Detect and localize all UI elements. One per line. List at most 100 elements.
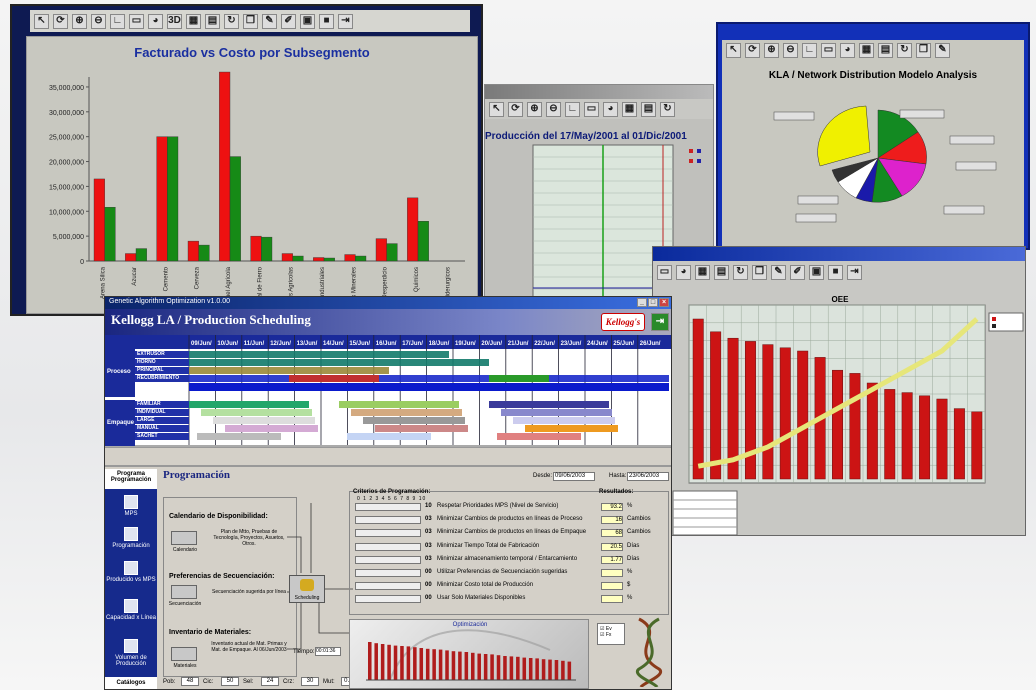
hasta-date[interactable]: 23/06/2003 (627, 472, 669, 481)
result-value (601, 595, 623, 604)
process-row-label: EXTRUSOR (137, 351, 165, 357)
zoom-in-icon[interactable]: ⊕ (72, 13, 87, 29)
bar (187, 240, 199, 262)
toggle-3d-icon[interactable]: 3D (167, 13, 182, 29)
result-value: 93.2 (601, 503, 623, 511)
rotate-icon[interactable]: ↻ (224, 13, 239, 29)
bar-chart-icon (124, 599, 138, 613)
inv-title: Inventario de Materiales: (169, 629, 252, 636)
bar (710, 331, 722, 480)
schedule-icon (124, 527, 138, 541)
production-scheduling-window: Genetic Algorithm Optimization v1.0.00 _… (104, 296, 672, 690)
bar (125, 253, 137, 262)
gantt-grid: 09/Jun/10/Jun/11/Jun/12/Jun/13/Jun/14/Ju… (105, 335, 671, 447)
refresh-icon[interactable]: ⟳ (53, 13, 68, 29)
bar (692, 318, 704, 480)
bar (387, 644, 391, 680)
x-tick-label: Quimicos (414, 267, 420, 292)
date-label: 18/Jun/ (429, 341, 450, 347)
packaging-bar (489, 401, 609, 408)
y-tick-label: 30,000,000 (49, 110, 84, 117)
axis-icon[interactable]: ∟ (110, 13, 125, 29)
param-label: Mut: (323, 679, 335, 685)
app-title: Kellogg LA / Production Scheduling (111, 312, 311, 327)
bar (567, 661, 572, 680)
ga-parameters: Pob:48Cic:50Sel:24Crz:30Mut:0.05 (163, 677, 359, 689)
bar (866, 382, 878, 480)
packaging-bar (525, 425, 618, 432)
result-value: 1.77 (601, 555, 623, 564)
open-folder-icon[interactable]: ▣ (300, 13, 315, 29)
date-label: 24/Jun/ (587, 341, 608, 347)
packaging-bar (351, 409, 462, 416)
secuenciacion-button[interactable] (171, 585, 197, 599)
criteria-label: Minimizar Cambios de productos en líneas… (437, 516, 583, 523)
save-icon[interactable]: ■ (319, 13, 334, 29)
dna-icon (635, 617, 663, 687)
checkbox[interactable]: ☑ (600, 632, 604, 638)
section-title: Programación (163, 469, 231, 481)
bar (425, 648, 430, 680)
sidebar-item-programacion[interactable]: Programación (105, 527, 157, 549)
bar (548, 659, 552, 680)
bar (406, 646, 411, 680)
maximize-icon[interactable]: □ (648, 298, 658, 307)
materiales-button[interactable] (171, 647, 197, 661)
bar (393, 645, 398, 680)
bar (451, 651, 456, 680)
bar (292, 255, 304, 262)
options-icon[interactable]: ✎ (262, 13, 277, 29)
process-bar (189, 367, 389, 374)
packaging-bar (339, 401, 459, 408)
y-tick-label: 10,000,000 (49, 209, 84, 216)
packaging-bar (501, 409, 612, 416)
packaging-bar (213, 417, 315, 424)
minimize-icon[interactable]: _ (637, 298, 647, 307)
sidebar-item-producido[interactable]: Producido vs MPS (105, 561, 157, 583)
bar (503, 656, 507, 680)
billing-vs-cost-window: ↖ ⟳ ⊕ ⊖ ∟ ▭ ◕ 3D ▦ ▤ ↻ ❐ ✎ ✐ ▣ ■ ⇥ Factu… (10, 4, 483, 316)
edit-icon[interactable]: ✐ (281, 13, 296, 29)
cal-title: Calendario de Disponibilidad: (169, 513, 268, 520)
packaging-bar (497, 433, 581, 440)
pointer-icon[interactable]: ↖ (34, 13, 49, 29)
gantt-chart: 09/Jun/10/Jun/11/Jun/12/Jun/13/Jun/14/Ju… (105, 335, 671, 455)
pie-icon[interactable]: ◕ (148, 13, 163, 29)
zoom-out-icon[interactable]: ⊖ (91, 13, 106, 29)
criteria-weight: 10 (425, 503, 432, 509)
copy-icon[interactable]: ❐ (243, 13, 258, 29)
sidebar-item-capacidad[interactable]: Capacidad x Línea (105, 599, 157, 621)
date-label: 25/Jun/ (613, 341, 634, 347)
bar (971, 411, 983, 480)
grid-icon[interactable]: ▤ (205, 13, 220, 29)
criteria-weight: 00 (425, 569, 432, 575)
bar (554, 660, 559, 680)
criteria-slider (355, 555, 421, 564)
frame-icon[interactable]: ▭ (129, 13, 144, 29)
bar (368, 642, 372, 680)
close-icon[interactable]: × (659, 298, 669, 307)
result-value: 16 (601, 516, 623, 525)
materiales-label: Materiales (173, 663, 197, 669)
bar (797, 350, 809, 480)
bar (849, 373, 861, 480)
criteria-slider (355, 569, 421, 577)
exit-icon[interactable]: ⇥ (651, 313, 669, 331)
palette-icon[interactable]: ▦ (186, 13, 201, 29)
desde-date[interactable]: 09/06/2003 (553, 472, 595, 481)
horizontal-scrollbar[interactable] (105, 447, 671, 455)
criteria-weight: 03 (425, 555, 432, 562)
bar (936, 398, 948, 480)
exit-icon[interactable]: ⇥ (338, 13, 353, 29)
calendario-button[interactable] (171, 531, 197, 545)
sidebar-item-volumen[interactable]: Volumen de Producción (105, 639, 157, 667)
result-value: 20.5 (601, 542, 623, 551)
result-unit: % (627, 595, 633, 602)
bar (779, 347, 791, 480)
tab-programacion[interactable]: Programa Programación (105, 469, 157, 489)
sidebar-item-mps[interactable]: MPS (105, 495, 157, 517)
bar (374, 643, 378, 680)
tab-catalogos[interactable]: Catálogos (105, 677, 157, 689)
criteria-label: Respetar Prioridades MPS (Nivel de Servi… (437, 503, 559, 509)
packaging-bar (347, 433, 431, 440)
